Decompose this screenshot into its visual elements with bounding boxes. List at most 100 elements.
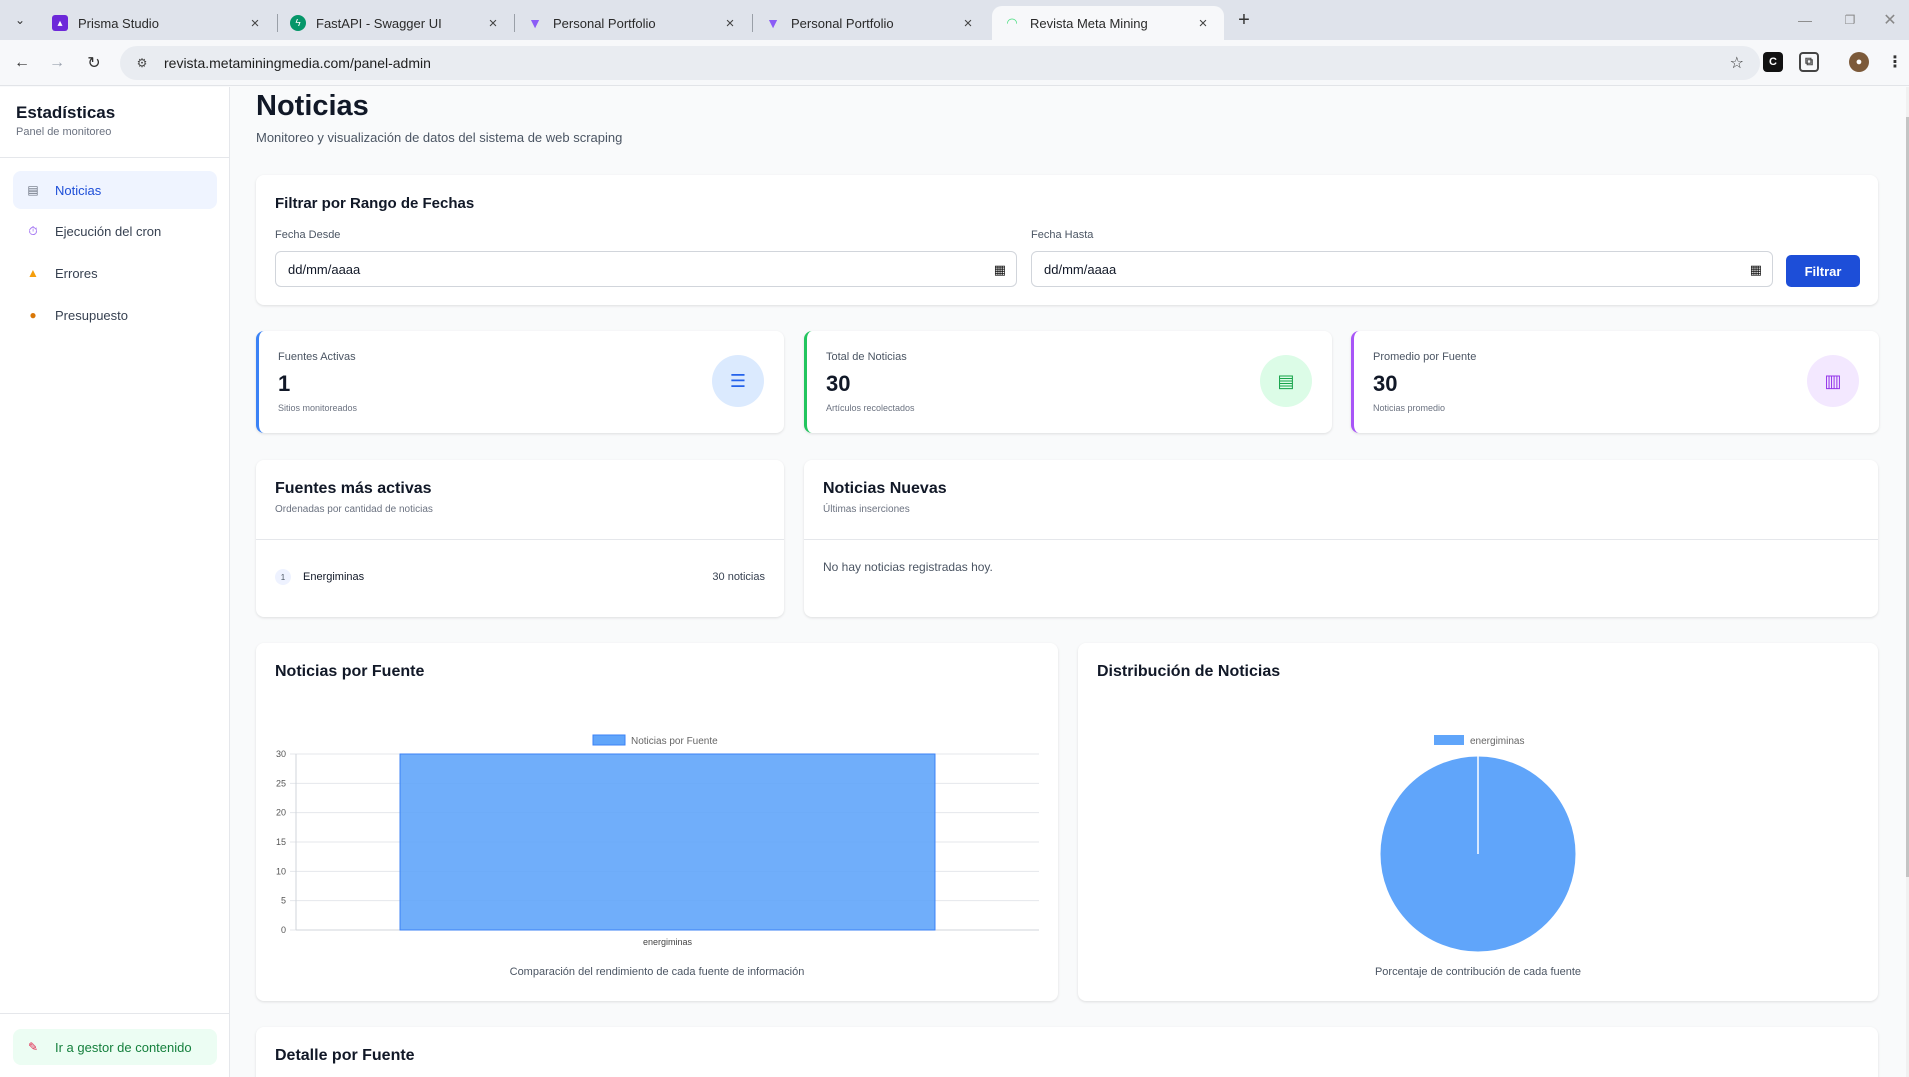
- restore-icon[interactable]: ❐: [1832, 8, 1868, 32]
- money-bag-icon: ●: [29, 308, 37, 322]
- browser-tab[interactable]: ▴ Prisma Studio ×: [40, 6, 276, 40]
- from-date-input[interactable]: dd/mm/aaaa ▦: [275, 251, 1017, 287]
- new-news-card: Noticias Nuevas Últimas inserciones No h…: [804, 460, 1878, 617]
- tab-search-chevron-icon[interactable]: ⌄: [8, 9, 32, 31]
- fastapi-icon: ϟ: [290, 15, 306, 31]
- y-tick-label: 20: [276, 808, 286, 818]
- legend-swatch: [1434, 735, 1464, 745]
- newspaper-icon: ▤: [27, 183, 39, 197]
- bar-chart-icon: ▥: [1807, 355, 1859, 407]
- extension-c-icon[interactable]: C: [1763, 52, 1783, 72]
- source-count: 30 noticias: [712, 571, 765, 583]
- cms-link-button[interactable]: ✎ Ir a gestor de contenido: [13, 1029, 217, 1065]
- y-tick-label: 15: [276, 837, 286, 847]
- tab-title: FastAPI - Swagger UI: [316, 15, 442, 31]
- stat-value: 1: [278, 371, 291, 396]
- filter-button[interactable]: Filtrar: [1786, 255, 1860, 287]
- y-tick-label: 10: [276, 866, 286, 876]
- browser-tab-bar: ⌄ ▴ Prisma Studio × ϟ FastAPI - Swagger …: [0, 0, 1909, 40]
- new-tab-icon[interactable]: +: [1232, 9, 1256, 31]
- memo-icon: ✎: [27, 1040, 39, 1054]
- bar-chart: Noticias por Fuente 0 5 10 15 20 25 30 energimin…: [276, 734, 1039, 947]
- stat-sub: Noticias promedio: [1373, 403, 1446, 413]
- pie-legend: energiminas: [1434, 735, 1524, 747]
- warning-icon: ▲: [27, 266, 39, 280]
- stat-card-total-news: Total de Noticias 30 Artículos recolecta…: [804, 331, 1332, 433]
- vite-icon: ▼: [766, 15, 780, 31]
- top-sources-card: Fuentes más activas Ordenadas por cantid…: [256, 460, 784, 617]
- list-item: 1 Energiminas 30 noticias: [275, 568, 765, 586]
- bookmark-star-icon[interactable]: ☆: [1730, 53, 1744, 73]
- close-tab-icon[interactable]: ×: [721, 14, 739, 32]
- stat-card-average: Promedio por Fuente 30 Noticias promedio…: [1351, 331, 1879, 433]
- stat-card-active-sources: Fuentes Activas 1 Sitios monitoreados ☰: [256, 331, 784, 433]
- site-settings-icon[interactable]: ⚙: [132, 53, 152, 73]
- back-icon[interactable]: ←: [10, 51, 34, 75]
- url-bar[interactable]: ⚙ revista.metaminingmedia.com/panel-admi…: [120, 46, 1760, 80]
- stat-label: Fuentes Activas: [278, 351, 356, 363]
- sidebar-item-label: Noticias: [55, 182, 102, 198]
- window-close-icon[interactable]: ✕: [1872, 8, 1908, 32]
- url-text[interactable]: revista.metaminingmedia.com/panel-admin: [164, 55, 431, 71]
- close-tab-icon[interactable]: ×: [484, 14, 502, 32]
- newspaper-icon: ▤: [1260, 355, 1312, 407]
- browser-tab-active[interactable]: ◠ Revista Meta Mining ×: [992, 6, 1224, 40]
- sidebar-item-errores[interactable]: ▲ Errores: [13, 254, 217, 292]
- calendar-icon[interactable]: ▦: [994, 262, 1006, 278]
- to-date-input[interactable]: dd/mm/aaaa ▦: [1031, 251, 1773, 287]
- tab-title: Revista Meta Mining: [1030, 15, 1148, 31]
- sidebar: Estadísticas Panel de monitoreo ▤ Notici…: [0, 87, 230, 1077]
- detail-by-source-card: Detalle por Fuente: [256, 1027, 1878, 1077]
- tab-title: Personal Portfolio: [791, 15, 894, 31]
- sidebar-item-label: Errores: [55, 265, 98, 281]
- rank-badge: 1: [275, 569, 291, 585]
- y-tick-label: 25: [276, 778, 286, 788]
- sidebar-item-cron[interactable]: ⏱ Ejecución del cron: [13, 212, 217, 250]
- page-subtitle: Monitoreo y visualización de datos del s…: [256, 130, 623, 145]
- stat-value: 30: [826, 371, 851, 396]
- x-tick-label: energiminas: [643, 937, 693, 947]
- to-date-label: Fecha Hasta: [1031, 229, 1094, 241]
- extensions-puzzle-icon[interactable]: ⧉: [1799, 52, 1819, 72]
- legend-label: Noticias por Fuente: [631, 736, 718, 747]
- new-news-title: Noticias Nuevas: [823, 480, 947, 497]
- close-tab-icon[interactable]: ×: [1194, 14, 1212, 32]
- close-tab-icon[interactable]: ×: [959, 14, 977, 32]
- bar-legend: Noticias por Fuente: [592, 734, 718, 747]
- stat-sub: Artículos recolectados: [826, 403, 915, 413]
- new-news-subtitle: Últimas inserciones: [823, 504, 910, 515]
- legend-swatch: [592, 734, 626, 746]
- y-tick-label: 30: [276, 749, 286, 759]
- sidebar-brand: Estadísticas Panel de monitoreo: [16, 103, 115, 138]
- sidebar-item-label: Ejecución del cron: [55, 223, 162, 239]
- pie-chart-card: Distribución de Noticias energiminas Por…: [1078, 643, 1878, 1001]
- from-date-placeholder: dd/mm/aaaa: [288, 261, 361, 277]
- sidebar-item-presupuesto[interactable]: ● Presupuesto: [13, 296, 217, 334]
- sidebar-item-label: Presupuesto: [55, 307, 128, 323]
- minimize-icon[interactable]: —: [1787, 8, 1823, 32]
- tab-title: Prisma Studio: [78, 15, 159, 31]
- browser-tab[interactable]: ϟ FastAPI - Swagger UI ×: [278, 6, 514, 40]
- vite-icon: ▼: [528, 15, 542, 31]
- calendar-icon[interactable]: ▦: [1750, 262, 1762, 278]
- stat-sub: Sitios monitoreados: [278, 403, 358, 413]
- reload-icon[interactable]: ↻: [82, 51, 106, 75]
- stat-value: 30: [1373, 371, 1398, 396]
- cms-link-label: Ir a gestor de contenido: [55, 1039, 192, 1055]
- legend-label: energiminas: [1470, 736, 1524, 747]
- browser-tab[interactable]: ▼ Personal Portfolio ×: [753, 6, 989, 40]
- browser-menu-icon[interactable]: ⋮: [1885, 52, 1905, 72]
- browser-tab[interactable]: ▼ Personal Portfolio ×: [515, 6, 751, 40]
- close-tab-icon[interactable]: ×: [246, 14, 264, 32]
- stopwatch-icon: ⏱: [28, 223, 38, 238]
- forward-icon[interactable]: →: [45, 51, 69, 75]
- stat-label: Promedio por Fuente: [1373, 351, 1477, 363]
- sidebar-item-noticias[interactable]: ▤ Noticias: [13, 171, 217, 209]
- database-icon: ☰: [712, 355, 764, 407]
- profile-avatar[interactable]: ●: [1849, 52, 1869, 72]
- filter-title: Filtrar por Rango de Fechas: [275, 195, 475, 212]
- sidebar-subtitle: Panel de monitoreo: [16, 126, 112, 138]
- y-tick-label: 0: [281, 925, 286, 935]
- detail-title: Detalle por Fuente: [275, 1047, 415, 1064]
- top-sources-title: Fuentes más activas: [275, 480, 432, 497]
